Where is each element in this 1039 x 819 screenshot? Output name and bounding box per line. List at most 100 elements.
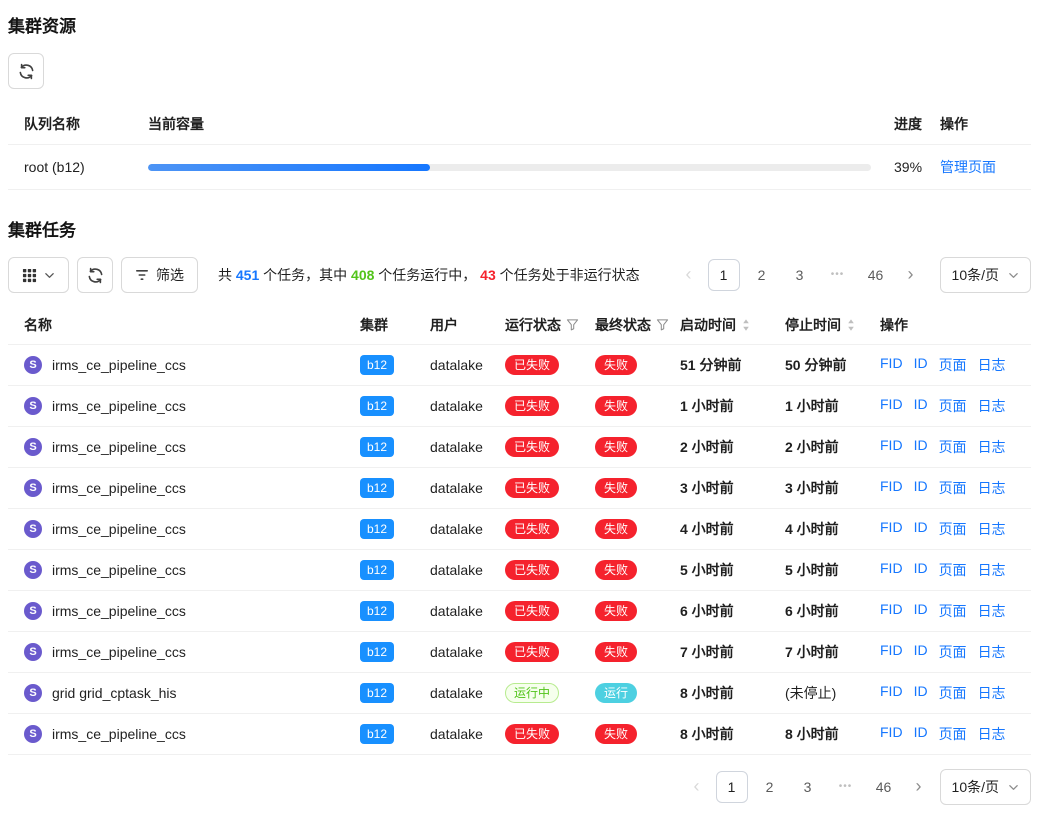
filter-button[interactable]: 筛选 <box>121 257 198 293</box>
pagination-ellipsis[interactable]: ••• <box>830 771 862 803</box>
bottom-pagination-bar: ‹123•••46› 10条/页 <box>8 769 1031 805</box>
start-time: 8 小时前 <box>680 683 785 703</box>
stop-time: 4 小时前 <box>785 519 880 539</box>
run-status-badge: 已失败 <box>505 560 559 580</box>
stop-time: 1 小时前 <box>785 396 880 416</box>
action-link-log[interactable]: 日志 <box>978 642 1006 662</box>
final-status-badge: 失败 <box>595 396 637 416</box>
sort-icon[interactable] <box>846 318 856 332</box>
action-link-id[interactable]: ID <box>914 560 928 580</box>
action-link-id[interactable]: ID <box>914 642 928 662</box>
action-link-fid[interactable]: FID <box>880 437 903 457</box>
refresh-button[interactable] <box>8 53 44 89</box>
final-status-badge: 失败 <box>595 437 637 457</box>
pagination-ellipsis[interactable]: ••• <box>822 259 854 291</box>
run-status-badge: 已失败 <box>505 642 559 662</box>
action-link-page[interactable]: 页面 <box>939 560 967 580</box>
action-link-page[interactable]: 页面 <box>939 519 967 539</box>
filter-funnel-icon[interactable] <box>656 318 669 331</box>
action-link-fid[interactable]: FID <box>880 601 903 621</box>
final-status-badge: 失败 <box>595 601 637 621</box>
action-link-fid[interactable]: FID <box>880 560 903 580</box>
pagination-page-3[interactable]: 3 <box>784 259 816 291</box>
action-link-log[interactable]: 日志 <box>978 601 1006 621</box>
task-user: datalake <box>430 685 505 701</box>
task-name: irms_ce_pipeline_ccs <box>52 603 186 619</box>
action-link-id[interactable]: ID <box>914 519 928 539</box>
chevron-down-icon <box>1008 270 1019 281</box>
action-link-log[interactable]: 日志 <box>978 683 1006 703</box>
action-link-id[interactable]: ID <box>914 478 928 498</box>
action-link-page[interactable]: 页面 <box>939 724 967 744</box>
action-link-page[interactable]: 页面 <box>939 355 967 375</box>
action-link-page[interactable]: 页面 <box>939 642 967 662</box>
action-link-log[interactable]: 日志 <box>978 396 1006 416</box>
action-link-fid[interactable]: FID <box>880 355 903 375</box>
action-link-page[interactable]: 页面 <box>939 601 967 621</box>
action-link-id[interactable]: ID <box>914 724 928 744</box>
action-link-page[interactable]: 页面 <box>939 396 967 416</box>
page-size-select[interactable]: 10条/页 <box>940 257 1031 293</box>
pagination-page-46[interactable]: 46 <box>860 259 892 291</box>
pagination-page-1[interactable]: 1 <box>716 771 748 803</box>
action-link-id[interactable]: ID <box>914 437 928 457</box>
sort-icon[interactable] <box>741 318 751 332</box>
cluster-tasks-section: 集群任务 <box>8 216 1031 805</box>
task-user: datalake <box>430 439 505 455</box>
resources-toolbar <box>8 53 1031 89</box>
spark-avatar: S <box>24 479 42 497</box>
table-row: S irms_ce_pipeline_ccs b12 datalake 已失败 … <box>8 345 1031 386</box>
pagination-page-2[interactable]: 2 <box>754 771 786 803</box>
table-row: S irms_ce_pipeline_ccs b12 datalake 已失败 … <box>8 427 1031 468</box>
action-link-page[interactable]: 页面 <box>939 437 967 457</box>
action-link-fid[interactable]: FID <box>880 478 903 498</box>
refresh-button[interactable] <box>77 257 113 293</box>
pagination-page-46[interactable]: 46 <box>868 771 900 803</box>
spark-avatar: S <box>24 438 42 456</box>
run-status-badge: 已失败 <box>505 396 559 416</box>
action-link-log[interactable]: 日志 <box>978 519 1006 539</box>
columns-button[interactable] <box>8 257 69 293</box>
action-link-log[interactable]: 日志 <box>978 724 1006 744</box>
table-row: S irms_ce_pipeline_ccs b12 datalake 已失败 … <box>8 509 1031 550</box>
action-link-fid[interactable]: FID <box>880 519 903 539</box>
action-link-log[interactable]: 日志 <box>978 355 1006 375</box>
pagination-next-icon[interactable]: › <box>898 259 924 291</box>
task-name: irms_ce_pipeline_ccs <box>52 357 186 373</box>
action-link-log[interactable]: 日志 <box>978 437 1006 457</box>
col-name: 名称 <box>24 315 360 335</box>
action-link-fid[interactable]: FID <box>880 396 903 416</box>
page-size-select[interactable]: 10条/页 <box>940 769 1031 805</box>
action-link-log[interactable]: 日志 <box>978 478 1006 498</box>
col-final-status[interactable]: 最终状态 <box>595 315 680 335</box>
action-link-id[interactable]: ID <box>914 396 928 416</box>
action-link-id[interactable]: ID <box>914 683 928 703</box>
table-row: S irms_ce_pipeline_ccs b12 datalake 已失败 … <box>8 386 1031 427</box>
filter-funnel-icon[interactable] <box>566 318 579 331</box>
action-link-page[interactable]: 页面 <box>939 478 967 498</box>
run-status-badge: 已失败 <box>505 355 559 375</box>
action-link-page[interactable]: 页面 <box>939 683 967 703</box>
pagination-prev-icon[interactable]: ‹ <box>676 259 702 291</box>
pagination-page-1[interactable]: 1 <box>708 259 740 291</box>
col-start-time[interactable]: 启动时间 <box>680 315 785 335</box>
start-time: 51 分钟前 <box>680 355 785 375</box>
action-link-fid[interactable]: FID <box>880 642 903 662</box>
pagination-page-2[interactable]: 2 <box>746 259 778 291</box>
action-link-log[interactable]: 日志 <box>978 560 1006 580</box>
pagination: ‹123•••46› <box>684 771 932 803</box>
pagination-next-icon[interactable]: › <box>906 771 932 803</box>
col-run-status[interactable]: 运行状态 <box>505 315 595 335</box>
manage-page-link[interactable]: 管理页面 <box>940 159 996 175</box>
start-time: 3 小时前 <box>680 478 785 498</box>
action-link-fid[interactable]: FID <box>880 683 903 703</box>
pagination-prev-icon[interactable]: ‹ <box>684 771 710 803</box>
row-actions: FID ID 页面日志 <box>880 642 1015 662</box>
col-stop-time[interactable]: 停止时间 <box>785 315 880 335</box>
pagination-page-3[interactable]: 3 <box>792 771 824 803</box>
stop-time: (未停止) <box>785 683 880 703</box>
action-link-fid[interactable]: FID <box>880 724 903 744</box>
action-link-id[interactable]: ID <box>914 355 928 375</box>
cluster-badge: b12 <box>360 642 394 662</box>
action-link-id[interactable]: ID <box>914 601 928 621</box>
